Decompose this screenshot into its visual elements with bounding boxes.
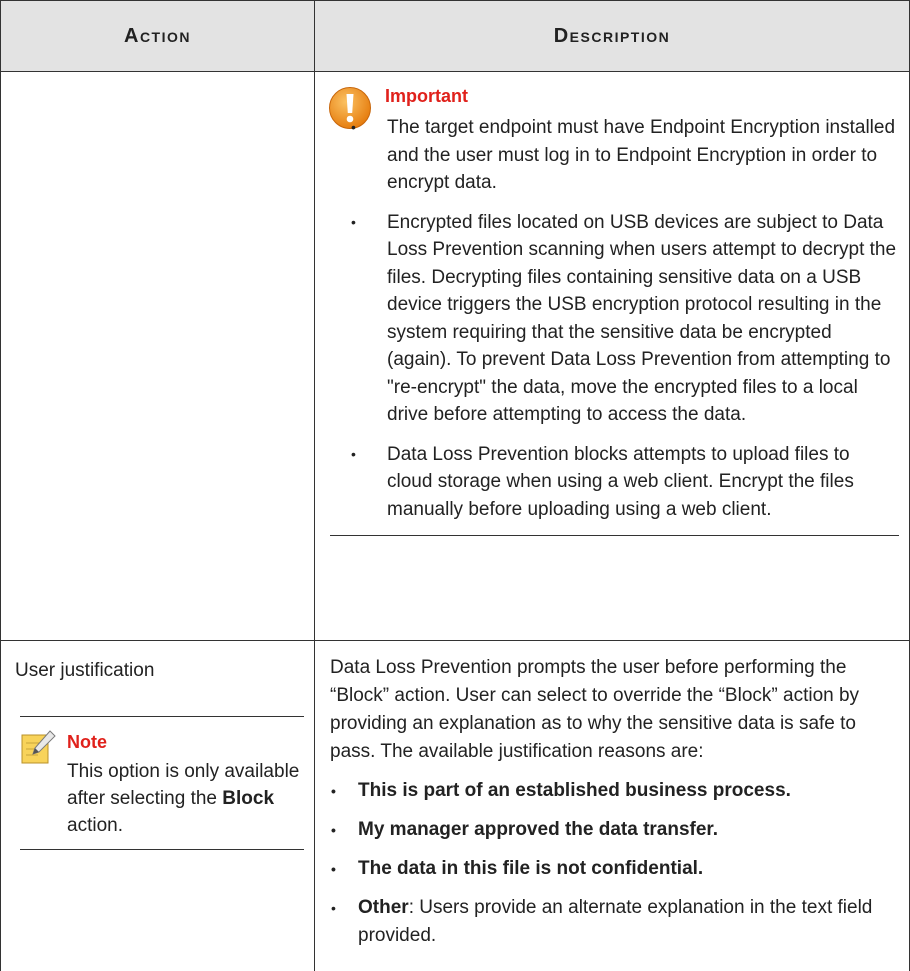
other-label: Other: [358, 897, 409, 918]
note-block-keyword: Block: [222, 788, 274, 809]
list-item: Encrypted files located on USB devices a…: [328, 209, 899, 429]
action-cell: User justification Note This option is o…: [1, 641, 315, 971]
header-action: Action: [1, 1, 315, 72]
justification-list: This is part of an established business …: [330, 777, 899, 950]
list-item: The target endpoint must have Endpoint E…: [328, 114, 899, 197]
callout-divider: [330, 535, 899, 536]
list-item: Other: Users provide an alternate explan…: [330, 894, 899, 950]
list-item: My manager approved the data transfer.: [330, 816, 899, 844]
action-name: User justification: [15, 657, 314, 684]
header-description: Description: [315, 1, 910, 72]
important-callout: Important The target endpoint must have …: [328, 86, 899, 536]
description-cell: Important The target endpoint must have …: [315, 72, 910, 641]
description-intro: Data Loss Prevention prompts the user be…: [330, 654, 899, 766]
action-description-table: Action Description: [0, 0, 910, 971]
important-title: Important: [385, 86, 468, 107]
table-header-row: Action Description: [1, 1, 910, 72]
note-title: Note: [67, 732, 107, 753]
important-list: The target endpoint must have Endpoint E…: [328, 86, 899, 523]
note-text: This option is only available after sele…: [20, 717, 304, 849]
table-row: User justification Note This option is o…: [1, 641, 910, 971]
list-item: Data Loss Prevention blocks attempts to …: [328, 441, 899, 524]
note-callout: Note This option is only available after…: [20, 716, 304, 850]
table-row: Important The target endpoint must have …: [1, 72, 910, 641]
list-item: This is part of an established business …: [330, 777, 899, 805]
pencil-note-icon: [20, 729, 56, 765]
description-cell: Data Loss Prevention prompts the user be…: [315, 641, 910, 971]
list-item: The data in this file is not confidentia…: [330, 855, 899, 883]
action-cell-empty: [1, 72, 315, 641]
note-bottom-divider: [20, 849, 304, 850]
